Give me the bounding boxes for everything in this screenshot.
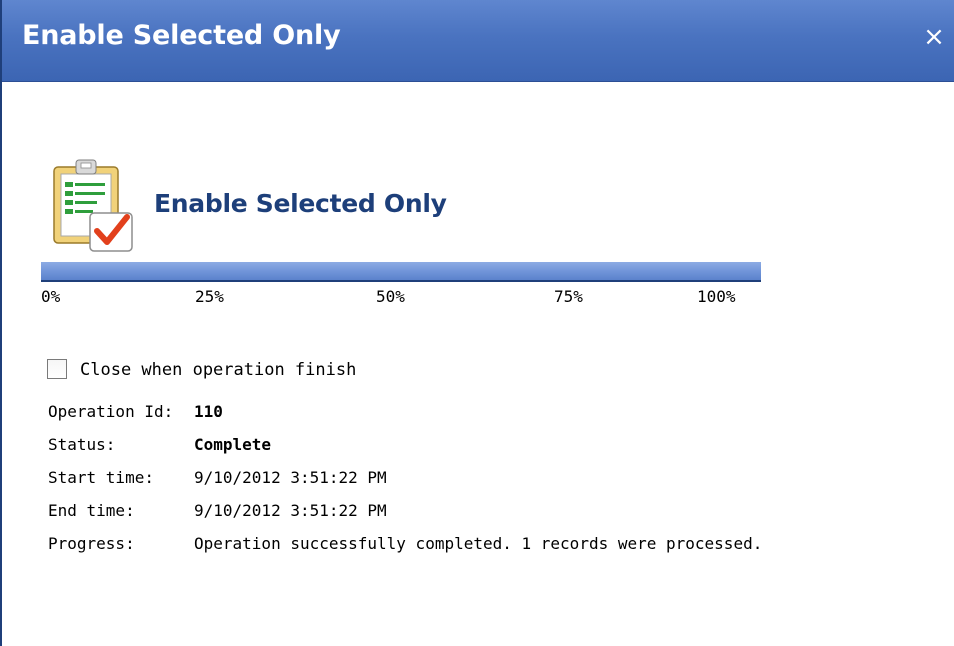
start-time-value: 9/10/2012 3:51:22 PM <box>194 468 387 487</box>
close-icon[interactable]: × <box>920 20 948 54</box>
progress-tick-100: 100% <box>697 287 736 306</box>
progress-message: Operation successfully completed. 1 reco… <box>194 534 763 553</box>
dialog-title-bar[interactable]: Enable Selected Only × <box>2 0 954 82</box>
progress-tick-25: 25% <box>195 287 224 306</box>
progress-tick-0: 0% <box>41 287 61 306</box>
end-time-value: 9/10/2012 3:51:22 PM <box>194 501 387 520</box>
dialog-title: Enable Selected Only <box>22 20 341 51</box>
progress-tick-50: 50% <box>376 287 405 306</box>
progress-bar <box>41 262 761 282</box>
progress-scale: 0% 25% 50% 75% 100% <box>41 287 781 311</box>
status-value: Complete <box>194 435 272 454</box>
close-when-finish-checkbox[interactable] <box>47 359 67 379</box>
close-when-finish-label[interactable]: Close when operation finish <box>80 360 356 380</box>
operation-id-value: 110 <box>194 402 223 421</box>
progress-bar-fill <box>41 262 761 282</box>
operation-heading: Enable Selected Only <box>154 189 447 218</box>
operation-dialog: Enable Selected Only × Enable Selected O <box>0 0 954 646</box>
end-time-label: End time: <box>48 501 135 520</box>
operation-id-label: Operation Id: <box>48 402 174 421</box>
start-time-label: Start time: <box>48 468 154 487</box>
clipboard-checklist-icon <box>50 157 142 255</box>
progress-tick-75: 75% <box>554 287 583 306</box>
progress-label: Progress: <box>48 534 135 553</box>
status-label: Status: <box>48 435 116 454</box>
